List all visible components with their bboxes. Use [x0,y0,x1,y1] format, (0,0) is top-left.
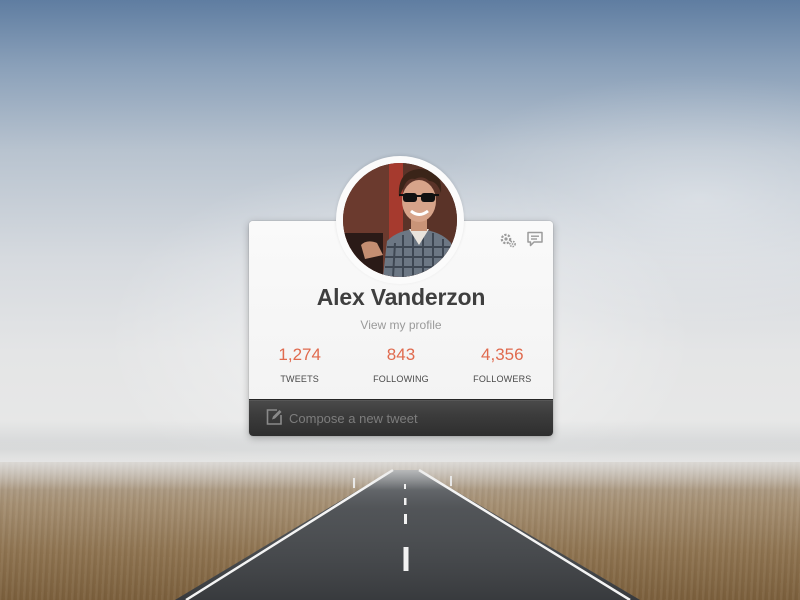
speech-bubble-icon [527,231,543,247]
stat-label: FOLLOWERS [473,374,532,384]
avatar[interactable] [343,163,457,277]
messages-button[interactable] [526,230,544,248]
gears-icon [500,233,516,248]
compose-tweet-input[interactable] [289,409,539,427]
stat-label: TWEETS [280,374,320,384]
settings-button[interactable] [499,230,517,248]
stat-value: 843 [386,345,416,364]
stat-following[interactable]: 843 FOLLOWING [350,345,451,393]
view-profile-link[interactable]: View my profile [249,318,553,332]
stat-label: FOLLOWING [373,374,429,384]
stat-tweets[interactable]: 1,274 TWEETS [249,345,350,393]
low-fog [0,440,800,490]
avatar-frame [336,156,464,284]
stat-value: 4,356 [481,345,524,364]
pencil-edit-icon [266,409,282,425]
profile-name: Alex Vanderzon [316,284,486,310]
profile-card: Alex Vanderzon View my profile 1,274 TWE… [249,156,553,436]
stats-row: 1,274 TWEETS 843 FOLLOWING 4,356 FOLLOWE… [249,345,553,393]
compose-bar[interactable] [249,399,553,436]
profile-card-body: Alex Vanderzon View my profile 1,274 TWE… [249,156,553,399]
stat-value: 1,274 [278,345,321,364]
stat-followers[interactable]: 4,356 FOLLOWERS [452,345,553,393]
avatar-photo [343,163,457,277]
